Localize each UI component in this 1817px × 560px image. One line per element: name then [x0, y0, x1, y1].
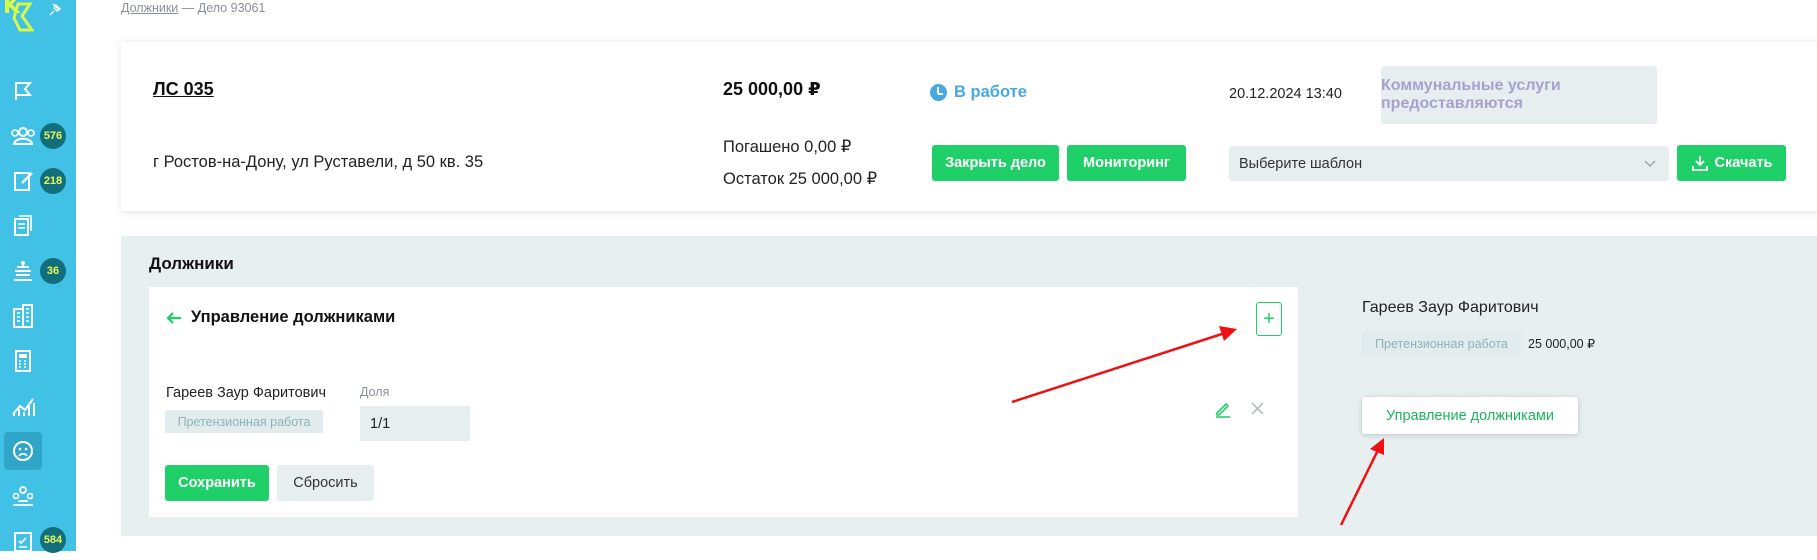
- nav-sad-face-icon[interactable]: [4, 432, 42, 470]
- case-title[interactable]: ЛС 035: [153, 79, 214, 100]
- breadcrumb-separator: —: [181, 1, 195, 15]
- debtors-count-badge: 576: [40, 123, 66, 149]
- breadcrumb-current: Дело 93061: [197, 1, 266, 15]
- nav-chart-icon[interactable]: [4, 387, 42, 425]
- app-logo[interactable]: K: [0, 0, 34, 34]
- download-button[interactable]: Скачать: [1677, 145, 1786, 181]
- nav-building-icon[interactable]: [4, 297, 42, 335]
- case-datetime: 20.12.2024 13:40: [1229, 86, 1342, 102]
- services-status-button[interactable]: Коммунальные услуги предоставляются: [1381, 66, 1657, 124]
- court-count-badge: 36: [40, 258, 66, 284]
- pin-icon[interactable]: [47, 2, 63, 18]
- nav-calculator-icon[interactable]: [4, 342, 42, 380]
- edit-icon[interactable]: [1214, 400, 1232, 418]
- nav-flag-icon[interactable]: [4, 72, 42, 110]
- breadcrumb: Должники — Дело 93061: [121, 1, 265, 15]
- manage-panel-title: Управление должниками: [191, 308, 396, 326]
- download-icon: [1691, 156, 1708, 171]
- debtor-name: Гареев Заур Фаритович: [166, 385, 327, 401]
- debtor-stage-tag: Претензионная работа: [165, 410, 323, 433]
- close-icon[interactable]: [1250, 401, 1265, 416]
- checklist-count-badge: 584: [40, 527, 66, 553]
- sidebar: K 576 218 36 584: [0, 0, 76, 553]
- save-button[interactable]: Сохранить: [165, 465, 269, 501]
- add-debtor-button[interactable]: +: [1256, 302, 1282, 336]
- case-paid: Погашено 0,00 ₽: [723, 138, 852, 156]
- case-address: г Ростов-на-Дону, ул Руставели, д 50 кв.…: [153, 153, 484, 171]
- case-status: В работе: [930, 83, 1027, 102]
- side-debtor-name: Гареев Заур Фаритович: [1362, 299, 1539, 316]
- breadcrumb-debtors-link[interactable]: Должники: [121, 1, 178, 15]
- tasks-count-badge: 218: [40, 168, 66, 194]
- nav-documents-icon[interactable]: [4, 207, 42, 245]
- manage-panel-header: Управление должниками: [165, 308, 395, 327]
- clock-icon: [930, 84, 947, 101]
- logo-mark-icon: [12, 2, 34, 32]
- monitoring-button[interactable]: Мониторинг: [1067, 145, 1186, 181]
- template-select[interactable]: Выберите шаблон: [1229, 146, 1669, 181]
- nav-edit-doc-icon[interactable]: [4, 162, 42, 200]
- case-status-label: В работе: [954, 83, 1027, 101]
- nav-group-icon[interactable]: [4, 477, 42, 515]
- back-arrow-icon[interactable]: [165, 310, 183, 326]
- share-label: Доля: [360, 385, 390, 399]
- nav-court-icon[interactable]: [4, 252, 42, 290]
- case-amount: 25 000,00 ₽: [723, 79, 821, 99]
- chevron-down-icon: [1644, 160, 1656, 167]
- share-input[interactable]: [360, 406, 470, 441]
- download-label: Скачать: [1714, 155, 1773, 171]
- side-debtor-amount: 25 000,00 ₽: [1528, 337, 1596, 351]
- nav-people-icon[interactable]: [4, 117, 42, 155]
- debtors-section-title: Должники: [149, 254, 234, 273]
- side-debtor-stage-tag: Претензионная работа: [1362, 332, 1521, 355]
- case-rest: Остаток 25 000,00 ₽: [723, 170, 878, 188]
- reset-button[interactable]: Сбросить: [277, 465, 374, 501]
- manage-debtors-button[interactable]: Управление должниками: [1362, 397, 1578, 434]
- template-select-value: Выберите шаблон: [1239, 155, 1363, 172]
- close-case-button[interactable]: Закрыть дело: [932, 145, 1059, 181]
- nav-checklist-icon[interactable]: [4, 522, 42, 560]
